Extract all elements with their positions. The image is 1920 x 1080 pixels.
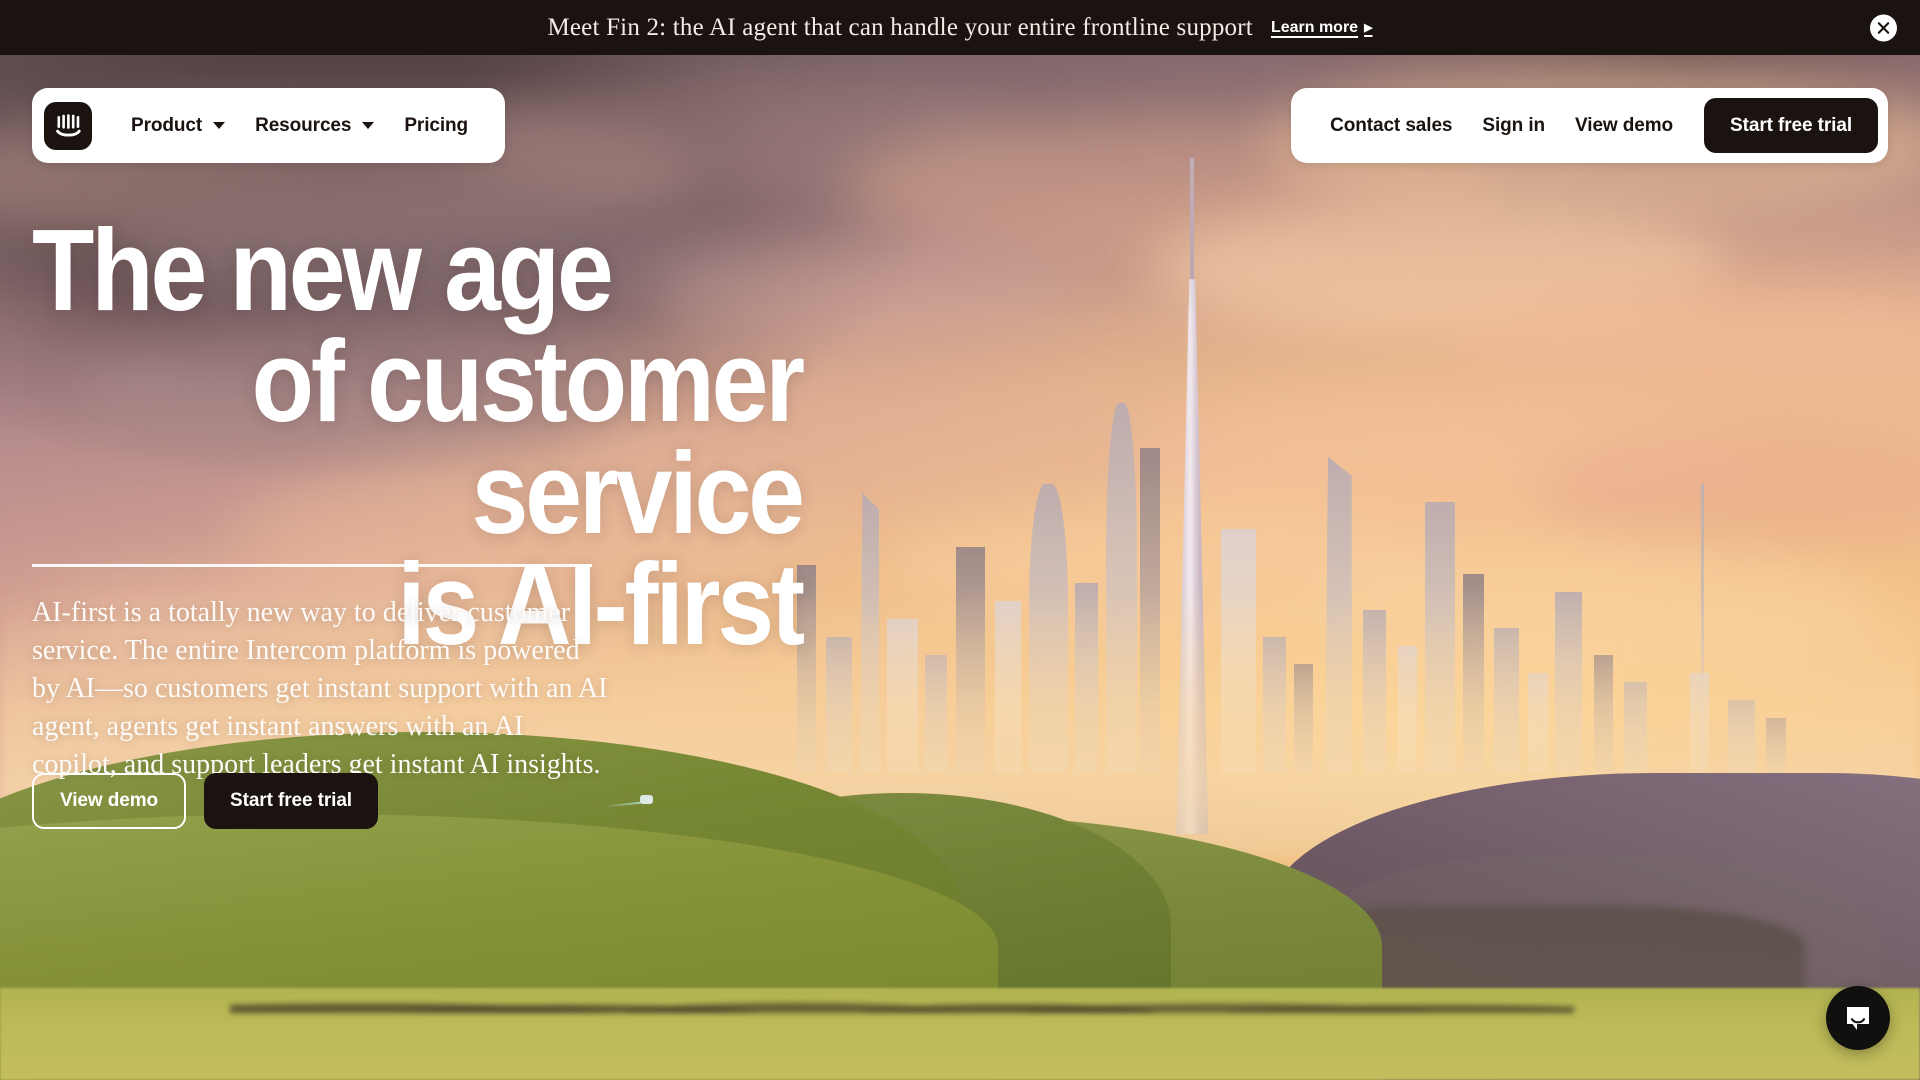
intercom-logo-icon[interactable] — [44, 101, 92, 150]
nav-item-product-label: Product — [131, 114, 203, 136]
chevron-down-icon — [362, 122, 375, 129]
start-free-trial-hero-button[interactable]: Start free trial — [204, 773, 378, 829]
announcement-banner: Meet Fin 2: the AI agent that can handle… — [0, 0, 1920, 55]
hero-cta-row: View demo Start free trial — [32, 773, 378, 829]
announcement-learn-more-label: Learn more — [1270, 18, 1359, 36]
nav-item-product[interactable]: Product — [116, 115, 240, 137]
announcement-message: Meet Fin 2: the AI agent that can handle… — [547, 13, 1253, 41]
start-free-trial-button[interactable]: Start free trial — [1704, 98, 1878, 153]
chevron-down-icon — [213, 122, 226, 129]
view-demo-button[interactable]: View demo — [32, 773, 187, 829]
divider — [32, 564, 592, 567]
announcement-learn-more-link[interactable]: Learn more ▶ — [1271, 19, 1373, 37]
chat-launcher-button[interactable] — [1826, 986, 1890, 1050]
secondary-navigation: Contact sales Sign in View demo Start fr… — [1291, 88, 1888, 163]
nav-item-pricing[interactable]: Pricing — [389, 115, 483, 137]
headline-line-1: The new age — [32, 205, 614, 335]
nav-link-contact-sales[interactable]: Contact sales — [1315, 115, 1467, 137]
arrow-right-icon: ▶ — [1364, 22, 1373, 34]
nav-link-sign-in[interactable]: Sign in — [1467, 115, 1560, 137]
nav-item-resources[interactable]: Resources — [240, 115, 389, 137]
nav-item-resources-label: Resources — [255, 114, 352, 136]
nav-item-pricing-label: Pricing — [404, 114, 469, 136]
nav-link-view-demo[interactable]: View demo — [1560, 115, 1688, 137]
primary-navigation: Product Resources Pricing — [32, 88, 506, 163]
close-icon[interactable] — [1870, 14, 1897, 41]
chat-bubble-icon — [1847, 1007, 1869, 1030]
hero-description: AI-first is a totally new way to deliver… — [32, 597, 608, 781]
headline-line-2: of customer service — [251, 316, 805, 558]
